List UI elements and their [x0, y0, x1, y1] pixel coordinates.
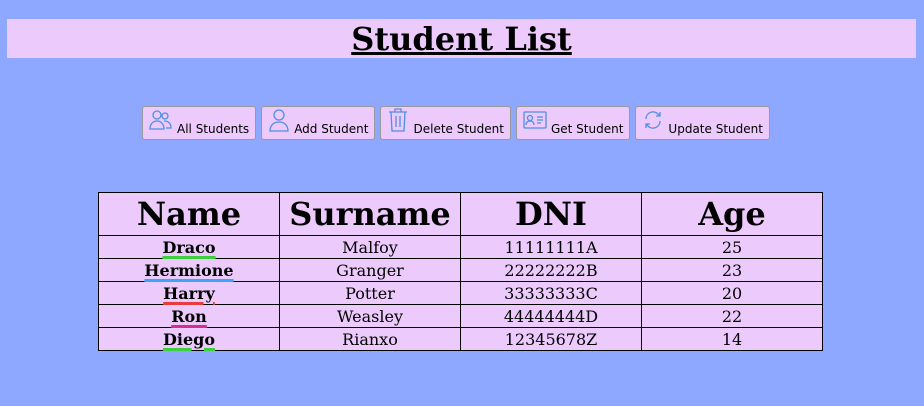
- surname-cell: Rianxo: [279, 327, 461, 351]
- dni-cell: 33333333C: [460, 281, 642, 305]
- toolbar: All Students Add Student Delete Student …: [142, 106, 770, 140]
- dni-cell: 22222222B: [460, 258, 642, 282]
- add-student-label: Add Student: [294, 122, 369, 136]
- header-name: Name: [98, 192, 280, 236]
- table-header-row: Name Surname DNI Age: [98, 192, 823, 236]
- name-cell: Diego: [98, 327, 280, 351]
- get-student-label: Get Student: [550, 122, 624, 136]
- title-bar: Student List: [7, 19, 916, 58]
- update-student-button[interactable]: Update Student: [635, 106, 770, 140]
- dni-cell: 12345678Z: [460, 327, 642, 351]
- surname-cell: Granger: [279, 258, 461, 282]
- name-cell: Harry: [98, 281, 280, 305]
- age-cell: 14: [641, 327, 823, 351]
- get-student-button[interactable]: Get Student: [515, 106, 631, 140]
- header-dni: DNI: [460, 192, 642, 236]
- age-cell: 23: [641, 258, 823, 282]
- student-name-link[interactable]: Ron: [171, 307, 207, 326]
- refresh-icon: [645, 111, 662, 129]
- age-cell: 22: [641, 304, 823, 328]
- dni-cell: 11111111A: [460, 235, 642, 259]
- student-name-link[interactable]: Diego: [163, 330, 215, 349]
- student-name-link[interactable]: Hermione: [144, 261, 233, 280]
- id-card-icon: [523, 111, 547, 129]
- surname-cell: Potter: [279, 281, 461, 305]
- page-title: Student List: [351, 19, 572, 58]
- update-student-label: Update Student: [668, 122, 763, 136]
- students-table: Name Surname DNI Age Draco Malfoy 111111…: [98, 192, 823, 351]
- table-row: Diego Rianxo 12345678Z 14: [98, 327, 823, 351]
- add-student-button[interactable]: Add Student: [261, 106, 376, 140]
- student-name-link[interactable]: Harry: [163, 284, 215, 303]
- name-cell: Ron: [98, 304, 280, 328]
- student-name-link[interactable]: Draco: [162, 238, 215, 257]
- all-students-button[interactable]: All Students: [142, 106, 257, 140]
- all-students-label: All Students: [177, 122, 250, 136]
- delete-student-button[interactable]: Delete Student: [380, 106, 511, 140]
- age-cell: 25: [641, 235, 823, 259]
- surname-cell: Malfoy: [279, 235, 461, 259]
- table-row: Hermione Granger 22222222B 23: [98, 258, 823, 282]
- user-icon: [269, 109, 289, 132]
- header-age: Age: [641, 192, 823, 236]
- table-row: Ron Weasley 44444444D 22: [98, 304, 823, 328]
- surname-cell: Weasley: [279, 304, 461, 328]
- age-cell: 20: [641, 281, 823, 305]
- name-cell: Hermione: [98, 258, 280, 282]
- delete-student-label: Delete Student: [413, 122, 504, 136]
- users-icon: [149, 110, 172, 130]
- table-row: Draco Malfoy 11111111A 25: [98, 235, 823, 259]
- name-cell: Draco: [98, 235, 280, 259]
- trash-icon: [389, 108, 408, 132]
- table-row: Harry Potter 33333333C 20: [98, 281, 823, 305]
- dni-cell: 44444444D: [460, 304, 642, 328]
- header-surname: Surname: [279, 192, 461, 236]
